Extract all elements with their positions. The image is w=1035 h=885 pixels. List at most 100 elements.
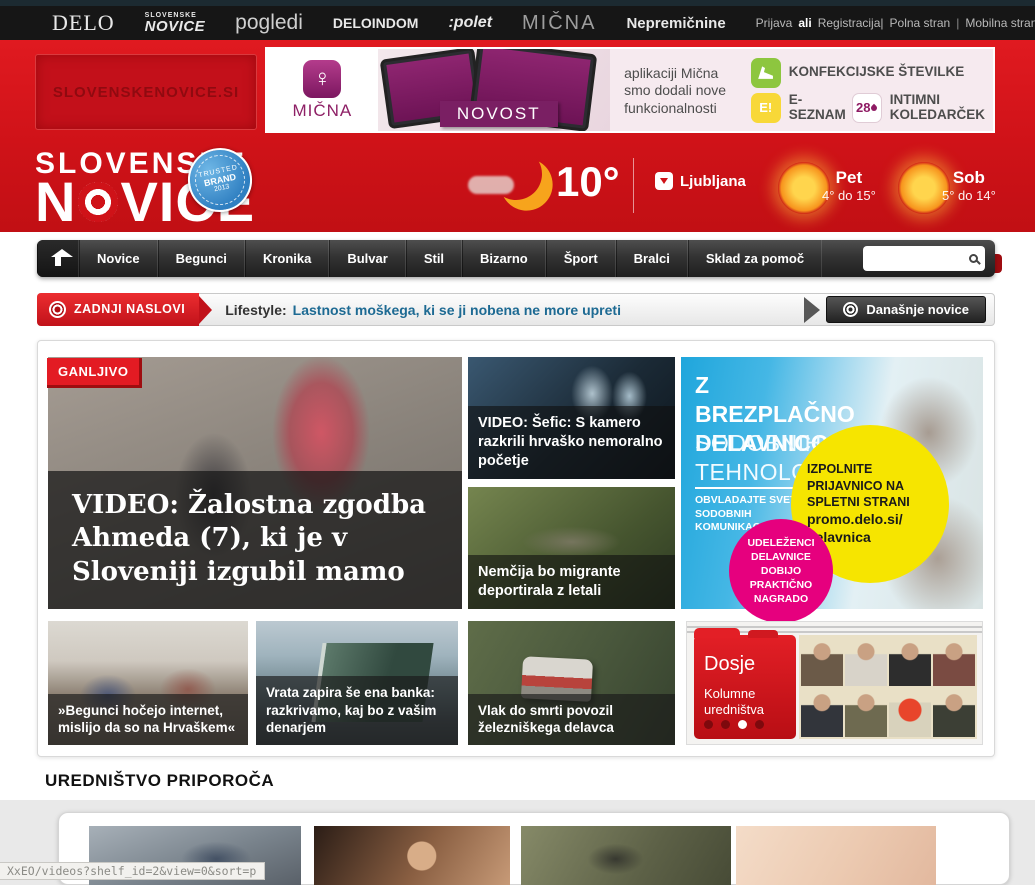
main-article-title-overlay: VIDEO: Žalostna zgodba Ahmeda (7), ki je…: [48, 471, 462, 609]
ali-text: ali: [798, 16, 811, 30]
bullseye-o-icon: [78, 182, 118, 222]
micna-label: MIČNA: [292, 101, 352, 121]
recommend-thumb-3[interactable]: [521, 826, 731, 885]
e-seznam-icon: E!: [751, 93, 781, 123]
ticker-headline: Lifestyle: Lastnost moškega, ki se ji no…: [225, 302, 621, 318]
banner-devices-image: NOVOST: [378, 49, 610, 131]
feature-koledarcek: 28 INTIMNI KOLEDARČEK: [852, 90, 985, 125]
columnist-photo: [933, 637, 975, 686]
dot-1[interactable]: [704, 720, 713, 729]
dosje-widget: Dosje Kolumne uredništva: [686, 621, 983, 745]
ticker-category: Lifestyle:: [225, 302, 286, 318]
tab-bulvar[interactable]: Bulvar: [329, 240, 405, 277]
micna-app-icon: ♀: [303, 60, 341, 98]
full-site-link[interactable]: Polna stran: [890, 16, 951, 30]
brand-micna[interactable]: MIČNA: [522, 12, 596, 35]
brand-polet[interactable]: :polet: [448, 14, 492, 32]
bottom-article-3[interactable]: Vlak do smrti povozil železniškega delav…: [468, 621, 675, 745]
dot-2[interactable]: [721, 720, 730, 729]
recommend-heading: UREDNIŠTVO PRIPOROČA: [45, 771, 274, 791]
page: DELO SLOVENSKE NOVICE pogledi DELOINDOM …: [0, 0, 1035, 885]
brand-delo[interactable]: DELO: [52, 10, 115, 36]
article-title[interactable]: Nemčija bo migrante deportirala z letali: [468, 555, 675, 609]
secondary-article-1[interactable]: VIDEO: Šefic: S kamero razkrili hrvaško …: [468, 357, 675, 479]
ganljivo-tag: GANLJIVO: [47, 358, 142, 388]
ad-pink-circle: UDELEŽENCI DELAVNICE DOBIJO PRAKTIČNO NA…: [729, 519, 833, 623]
bottom-article-2[interactable]: Vrata zapira še ena banka: razkrivamo, k…: [256, 621, 458, 745]
todays-news-button[interactable]: Današnje novice: [826, 296, 986, 323]
workshop-ad[interactable]: Z BREZPLAČNO DELAVNICO SODOBNIH TEHNOLOG…: [681, 357, 983, 609]
search-input[interactable]: [870, 252, 969, 266]
devil-cartoon: [889, 688, 931, 737]
main-navigation: Novice Begunci Kronika Bulvar Stil Bizar…: [37, 240, 995, 277]
tab-sport[interactable]: Šport: [546, 240, 616, 277]
latest-headlines-label: ZADNJI NASLOVI: [37, 293, 199, 326]
target-icon: [843, 302, 858, 317]
chevron-right-icon: [804, 297, 820, 323]
ad-url[interactable]: promo.delo.si/ delavnica: [807, 510, 933, 546]
mobile-site-link[interactable]: Mobilna stran: [965, 16, 1035, 30]
divider: [633, 158, 634, 213]
site-url-text: SLOVENSKENOVICE.SI: [53, 84, 239, 101]
recommend-thumb-2[interactable]: [314, 826, 510, 885]
brand-nepremicnine[interactable]: Nepremičnine: [626, 15, 725, 32]
columnist-photo: [845, 637, 887, 686]
micna-app-block: ♀ MIČNA: [267, 49, 378, 131]
account-links: Prijava ali Registracija| Polna stran | …: [756, 16, 1035, 30]
login-link[interactable]: Prijava: [756, 16, 793, 30]
article-title[interactable]: VIDEO: Šefic: S kamero razkrili hrvaško …: [468, 406, 675, 479]
brand-bar: DELO SLOVENSKE NOVICE pogledi DELOINDOM …: [0, 6, 1035, 40]
current-temperature: 10°: [556, 158, 620, 206]
feature-konfekcijske: KONFEKCIJSKE ŠTEVILKE: [751, 55, 985, 90]
tab-bralci[interactable]: Bralci: [616, 240, 688, 277]
separator: |: [956, 16, 959, 30]
carousel-dots: [704, 720, 764, 729]
dosje-title: Dosje: [704, 653, 786, 676]
city-selector[interactable]: Ljubljana: [655, 172, 746, 190]
columnist-photo: [845, 688, 887, 737]
article-title[interactable]: Vrata zapira še ena banka: razkrivamo, k…: [256, 676, 458, 745]
forecast-saturday: Sob 5° do 14°: [942, 168, 996, 203]
columnist-photo: [801, 637, 843, 686]
ticker-link[interactable]: Lastnost moškega, ki se ji nobena ne mor…: [293, 302, 621, 318]
forecast-friday: Pet 4° do 15°: [822, 168, 876, 203]
brand-deloindom[interactable]: DELOINDOM: [333, 15, 419, 31]
search-box[interactable]: [863, 246, 985, 271]
feature-eseznam: E! E-SEZNAM: [751, 90, 846, 125]
content-card: VIDEO: Žalostna zgodba Ahmeda (7), ki je…: [37, 340, 995, 757]
site-url-box[interactable]: SLOVENSKENOVICE.SI: [35, 54, 257, 130]
brand-sn-bottom: NOVICE: [145, 19, 206, 34]
main-article[interactable]: VIDEO: Žalostna zgodba Ahmeda (7), ki je…: [48, 357, 462, 609]
tab-novice[interactable]: Novice: [79, 240, 158, 277]
home-tab[interactable]: [37, 240, 79, 277]
calendar-28-icon: 28: [852, 93, 882, 123]
dot-3-active[interactable]: [738, 720, 747, 729]
site-header: SLOVENSKENOVICE.SI ♀ MIČNA NOVOST aplika…: [0, 40, 1035, 232]
article-title[interactable]: »Begunci hočejo internet, mislijo da so …: [48, 694, 248, 745]
tab-begunci[interactable]: Begunci: [158, 240, 245, 277]
article-title[interactable]: Vlak do smrti povozil železniškega delav…: [468, 694, 675, 745]
search-icon[interactable]: [969, 254, 978, 263]
tab-kronika[interactable]: Kronika: [245, 240, 329, 277]
bottom-article-1[interactable]: »Begunci hočejo internet, mislijo da so …: [48, 621, 248, 745]
home-icon: [55, 257, 61, 266]
brand-pogledi[interactable]: pogledi: [235, 11, 303, 35]
recommend-thumb-4[interactable]: [736, 826, 936, 885]
secondary-article-2[interactable]: Nemčija bo migrante deportirala z letali: [468, 487, 675, 609]
main-article-title[interactable]: VIDEO: Žalostna zgodba Ahmeda (7), ki je…: [58, 479, 452, 601]
brand-slovenske-novice[interactable]: SLOVENSKE NOVICE: [145, 12, 206, 34]
tab-sklad[interactable]: Sklad za pomoč: [688, 240, 822, 277]
columnist-photos[interactable]: [799, 635, 977, 739]
chevron-down-icon[interactable]: [655, 172, 673, 190]
banner-text: aplikaciji Mična smo dodali nove funkcio…: [610, 49, 751, 131]
register-link[interactable]: Registracija|: [818, 16, 884, 30]
moon-cloud-icon: [468, 148, 546, 218]
dot-4[interactable]: [755, 720, 764, 729]
micna-banner-ad[interactable]: ♀ MIČNA NOVOST aplikaciji Mična smo doda…: [265, 47, 995, 133]
tab-stil[interactable]: Stil: [406, 240, 462, 277]
columnist-photo: [889, 637, 931, 686]
shoe-icon: [751, 58, 781, 88]
target-icon: [49, 301, 66, 318]
tab-bizarno[interactable]: Bizarno: [462, 240, 546, 277]
dosje-folder[interactable]: Dosje Kolumne uredništva: [694, 635, 796, 739]
